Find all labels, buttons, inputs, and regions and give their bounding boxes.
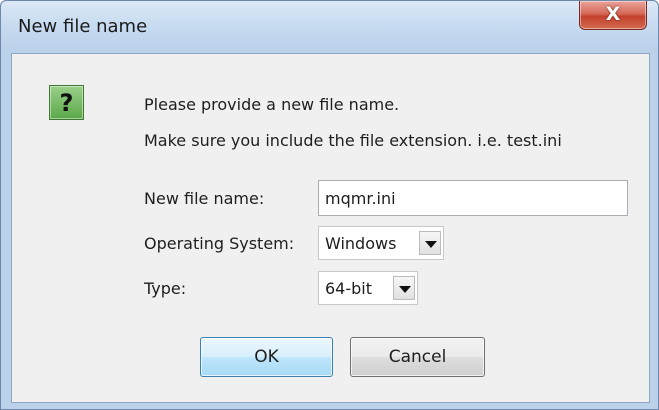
file-name-label: New file name: — [144, 189, 265, 208]
os-label: Operating System: — [144, 234, 295, 253]
os-select[interactable]: Windows — [318, 226, 444, 260]
os-selected-value: Windows — [325, 234, 397, 253]
type-select[interactable]: 64-bit — [318, 271, 418, 305]
window-title: New file name — [18, 16, 148, 37]
close-button[interactable]: X — [579, 1, 647, 30]
close-icon: X — [605, 3, 621, 25]
os-dropdown-button[interactable] — [419, 231, 441, 255]
type-label: Type: — [144, 279, 187, 298]
chevron-down-icon — [425, 241, 437, 248]
cancel-button[interactable]: Cancel — [350, 337, 485, 377]
chevron-down-icon — [399, 286, 411, 293]
ok-button[interactable]: OK — [200, 337, 333, 377]
type-selected-value: 64-bit — [325, 279, 373, 298]
dialog-window: New file name X ? Please provide a new f… — [0, 0, 659, 410]
question-icon: ? — [49, 85, 84, 120]
title-bar[interactable]: New file name X — [1, 1, 658, 53]
dialog-body: ? Please provide a new file name. Make s… — [11, 53, 650, 403]
type-dropdown-button[interactable] — [393, 276, 415, 300]
question-mark-glyph: ? — [59, 89, 74, 117]
file-name-input[interactable] — [318, 180, 628, 216]
message-line-1: Please provide a new file name. — [144, 95, 400, 114]
message-line-2: Make sure you include the file extension… — [144, 131, 562, 150]
